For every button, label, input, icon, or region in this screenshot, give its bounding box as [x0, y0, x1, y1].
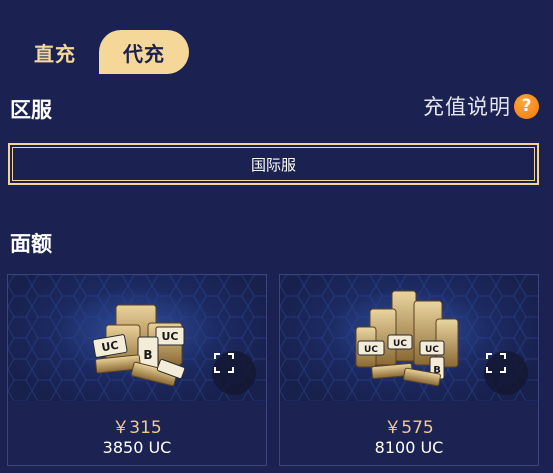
- server-section-title: 区服: [10, 98, 52, 122]
- expand-image-button[interactable]: [484, 351, 528, 395]
- server-select[interactable]: 国际服: [8, 143, 539, 185]
- denomination-price: ￥575: [384, 418, 434, 438]
- svg-text:UC: UC: [364, 345, 378, 355]
- recharge-help-label: 充值说明: [423, 95, 511, 119]
- denomination-card[interactable]: UC UC UC B ￥575 8100 UC: [279, 274, 539, 466]
- denomination-amount: 8100 UC: [374, 438, 444, 457]
- tab-direct-recharge[interactable]: 直充: [14, 30, 96, 74]
- fullscreen-icon: [214, 353, 234, 373]
- uc-coin-stack-image: UC UC B: [8, 275, 266, 401]
- server-select-value: 国际服: [250, 155, 296, 174]
- expand-image-button[interactable]: [212, 351, 256, 395]
- denomination-price: ￥315: [112, 418, 162, 438]
- svg-text:B: B: [143, 348, 152, 362]
- tab-proxy-recharge[interactable]: 代充: [99, 30, 189, 74]
- denomination-section-title: 面额: [10, 232, 52, 256]
- recharge-help-link[interactable]: 充值说明 ?: [423, 91, 539, 121]
- tab-bar: 直充 代充: [0, 0, 553, 84]
- question-icon[interactable]: ?: [514, 93, 539, 119]
- denomination-amount: 3850 UC: [102, 438, 172, 457]
- fullscreen-icon: [486, 353, 506, 373]
- svg-text:UC: UC: [425, 345, 439, 355]
- svg-text:UC: UC: [161, 330, 178, 343]
- svg-text:UC: UC: [393, 339, 407, 349]
- uc-coin-stack-image: UC UC UC B: [280, 275, 538, 401]
- denomination-card[interactable]: UC UC B ￥315 3850 UC: [7, 274, 267, 466]
